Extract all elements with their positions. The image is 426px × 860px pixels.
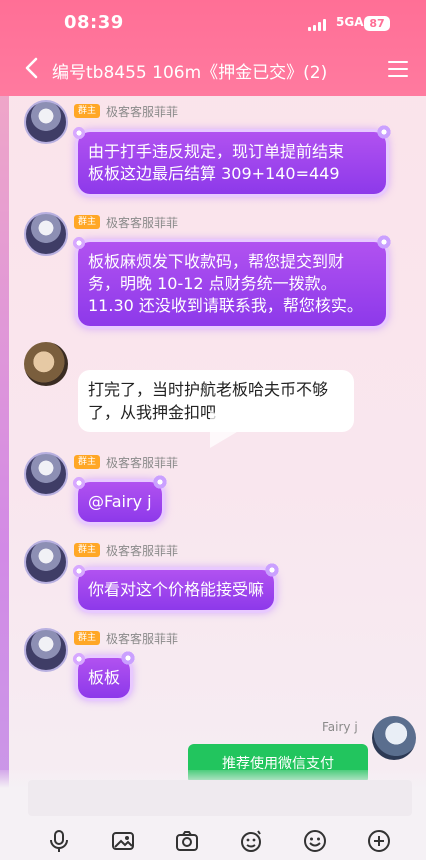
role-badge: 群主 (74, 631, 101, 645)
emoji-icon[interactable] (302, 828, 328, 854)
status-bar: 08:39 5GA 87 (0, 0, 426, 46)
camera-icon[interactable] (174, 828, 200, 854)
avatar[interactable] (24, 100, 68, 144)
role-badge: 群主 (74, 543, 101, 557)
input-bar (0, 770, 426, 860)
sender-name: 极客客服菲菲 (106, 632, 179, 646)
message-line: 板板麻烦发下收款码，帮您提交到财 (88, 252, 345, 271)
play-icon (210, 410, 242, 448)
status-time: 08:39 (64, 12, 124, 33)
message-line: 打完了，当时护航老板哈夫币不够 (88, 380, 329, 399)
voice-icon[interactable] (46, 828, 72, 854)
message-input[interactable] (28, 780, 412, 816)
toolbar (0, 824, 426, 858)
chat-header: 编号tb8455 106m《押金已交》(2) (0, 48, 426, 92)
message-text: 你看对这个价格能接受嘛 (88, 580, 265, 599)
avatar[interactable] (24, 212, 68, 256)
sender-name: Fairy j (322, 720, 358, 734)
signal-icon (308, 19, 330, 31)
role-badge: 群主 (74, 104, 101, 118)
network-label: 5GA (336, 15, 364, 29)
avatar[interactable] (24, 452, 68, 496)
sticker-icon[interactable] (238, 828, 264, 854)
message-line: 板板这边最后结算 309+140=449 (88, 164, 340, 183)
message-text: @Fairy j (88, 492, 152, 511)
image-icon[interactable] (110, 828, 136, 854)
message-line: 11.30 还没收到请联系我，帮您核实。 (88, 296, 363, 315)
message-line: 务，明晚 10-12 点财务统一拨款。 (88, 274, 337, 293)
chat-title: 编号tb8455 106m《押金已交》(2) (52, 63, 328, 83)
message-bubble[interactable]: 板板 (71, 650, 137, 698)
message-line: 由于打手违反规定，现订单提前结束 (88, 142, 345, 161)
sender-name: 极客客服菲菲 (106, 105, 179, 119)
message-text: 板板 (88, 668, 121, 687)
avatar[interactable] (24, 628, 68, 672)
sender-name: 极客客服菲菲 (106, 456, 179, 470)
role-badge: 群主 (74, 455, 101, 469)
sender-name: 极客客服菲菲 (106, 216, 179, 230)
sender-name: 极客客服菲菲 (106, 544, 179, 558)
message-bubble[interactable]: 板板麻烦发下收款码，帮您提交到财 务，明晚 10-12 点财务统一拨款。 11.… (72, 234, 392, 326)
plus-icon[interactable] (366, 828, 392, 854)
message-bubble[interactable]: 你看对这个价格能接受嘛 (71, 562, 281, 610)
message-bubble[interactable]: @Fairy j (72, 474, 168, 522)
back-icon[interactable] (22, 56, 42, 80)
menu-icon[interactable] (388, 61, 408, 79)
avatar[interactable] (24, 342, 68, 386)
role-badge: 群主 (74, 215, 101, 229)
side-rim (0, 90, 9, 860)
avatar[interactable] (24, 540, 68, 584)
battery-icon: 87 (364, 16, 390, 31)
avatar[interactable] (372, 716, 416, 760)
top-bar: 08:39 5GA 87 编号tb8455 106m《押金已交》(2) (0, 0, 426, 96)
message-bubble[interactable]: 由于打手违反规定，现订单提前结束 板板这边最后结算 309+140=449 (72, 124, 392, 194)
